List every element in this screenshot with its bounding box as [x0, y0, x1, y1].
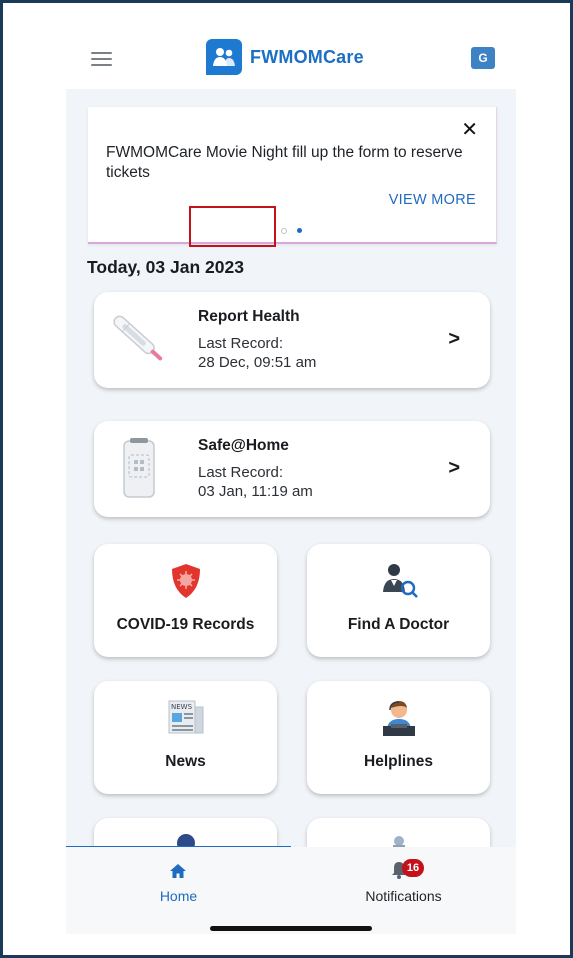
card-title: Report Health: [198, 308, 300, 325]
svg-text:NEWS: NEWS: [171, 703, 193, 711]
home-icon: [170, 864, 186, 883]
tile-helplines[interactable]: Helplines: [307, 681, 490, 794]
card-last-record: Last Record: 28 Dec, 09:51 am: [198, 334, 316, 372]
app-logo: FWMOMCare: [206, 39, 364, 75]
chevron-right-icon: >: [448, 328, 460, 350]
tile-find-doctor[interactable]: Find A Doctor: [307, 544, 490, 657]
last-record-label: Last Record:: [198, 464, 284, 481]
translate-icon[interactable]: G: [471, 47, 495, 69]
banner-message: FWMOMCare Movie Night fill up the form t…: [106, 144, 463, 181]
chevron-right-icon: >: [448, 457, 460, 479]
tile-covid-records[interactable]: COVID-19 Records: [94, 544, 277, 657]
menu-icon[interactable]: [91, 52, 112, 66]
tab-label: Home: [159, 888, 198, 904]
card-last-record: Last Record: 03 Jan, 11:19 am: [198, 463, 313, 501]
bottom-tab-bar: Home Notifications 16: [66, 847, 516, 934]
screenshot-frame: FWMOMCare G ✕ FWMOMCare Movie Night fill…: [0, 0, 573, 958]
tile-label: Helplines: [364, 753, 433, 770]
tile-news[interactable]: NEWS News: [94, 681, 277, 794]
carousel-pagination[interactable]: [281, 228, 302, 234]
tile-label: Find A Doctor: [347, 616, 450, 633]
app-title: FWMOMCare: [250, 46, 364, 67]
safe-at-home-card[interactable]: Safe@Home Last Record: 03 Jan, 11:19 am …: [94, 421, 490, 517]
app-screen: FWMOMCare G ✕ FWMOMCare Movie Night fill…: [66, 19, 516, 934]
tab-home[interactable]: Home: [66, 847, 291, 917]
home-indicator: [210, 926, 372, 931]
doctor-search-icon: [307, 562, 490, 600]
last-record-label: Last Record:: [198, 335, 284, 352]
card-title: Safe@Home: [198, 437, 289, 454]
annotation-highlight-box: [189, 206, 276, 247]
helpdesk-icon: [307, 699, 490, 737]
last-record-time: 28 Dec, 09:51 am: [198, 354, 317, 371]
thermometer-icon: [110, 306, 168, 374]
tile-label: COVID-19 Records: [116, 616, 255, 633]
tab-notifications[interactable]: Notifications: [291, 847, 516, 917]
announcement-banner[interactable]: ✕ FWMOMCare Movie Night fill up the form…: [88, 107, 497, 244]
report-health-card[interactable]: Report Health Last Record: 28 Dec, 09:51…: [94, 292, 490, 388]
carousel-dot-1[interactable]: [281, 228, 287, 234]
tile-label: News: [165, 753, 206, 770]
last-record-time: 03 Jan, 11:19 am: [198, 483, 313, 500]
close-icon[interactable]: ✕: [461, 117, 478, 142]
device-icon: [110, 435, 168, 503]
virus-shield-icon: [94, 562, 277, 600]
top-app-bar: FWMOMCare G: [66, 19, 516, 89]
carousel-dot-2[interactable]: [297, 228, 302, 233]
newspaper-icon: NEWS: [94, 699, 277, 737]
today-date: Today, 03 Jan 2023: [87, 257, 244, 277]
notification-count-badge: 16: [402, 859, 424, 877]
logo-people-icon: [206, 39, 242, 75]
tab-label: Notifications: [365, 888, 442, 904]
view-more-link[interactable]: VIEW MORE: [389, 192, 476, 208]
